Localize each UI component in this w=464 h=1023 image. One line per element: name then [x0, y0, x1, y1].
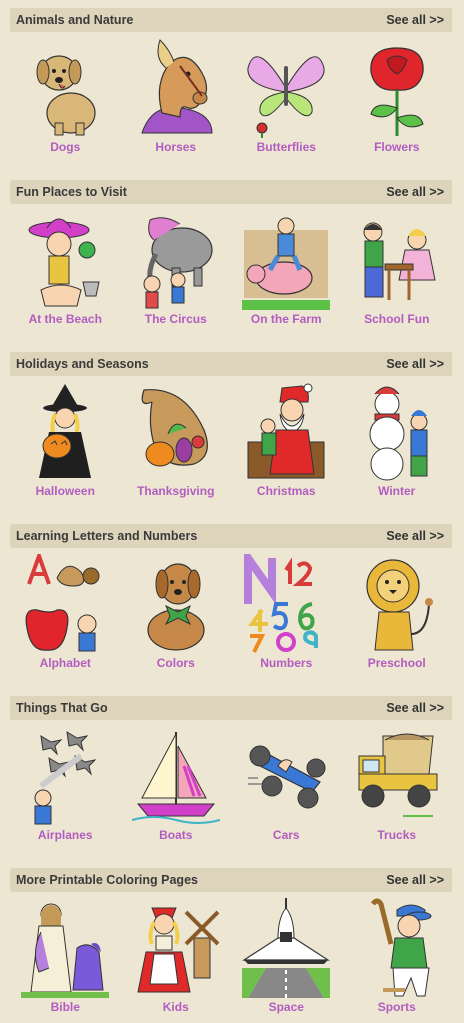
category-trucks[interactable]: Trucks: [345, 726, 449, 842]
category-dogs[interactable]: Dogs: [13, 38, 117, 154]
see-all-link[interactable]: See all >>: [386, 873, 444, 887]
dog-icon[interactable]: [21, 38, 109, 138]
sailboat-icon[interactable]: [131, 726, 220, 826]
category-label[interactable]: Preschool: [368, 656, 426, 670]
section-title: Animals and Nature: [16, 13, 134, 27]
category-airplanes[interactable]: Airplanes: [13, 726, 117, 842]
category-thanksgiving[interactable]: Thanksgiving: [124, 382, 228, 498]
section-header: Animals and Nature See all >>: [10, 8, 452, 32]
see-all-link[interactable]: See all >>: [386, 701, 444, 715]
category-butterflies[interactable]: Butterflies: [234, 38, 338, 154]
kids-windmill-icon[interactable]: [132, 898, 220, 998]
horse-icon[interactable]: [132, 38, 220, 138]
section-header: Learning Letters and Numbers See all >>: [10, 524, 452, 548]
space-shuttle-icon[interactable]: [242, 898, 331, 998]
category-preschool[interactable]: Preschool: [345, 554, 449, 670]
see-all-link[interactable]: See all >>: [386, 185, 444, 199]
race-car-icon[interactable]: [242, 726, 330, 826]
category-kids[interactable]: Kids: [124, 898, 228, 1014]
category-label[interactable]: At the Beach: [29, 312, 102, 326]
category-label[interactable]: Sports: [378, 1000, 416, 1014]
section-fun-places: Fun Places to Visit See all >> At the Be…: [10, 180, 452, 326]
category-flowers[interactable]: Flowers: [345, 38, 449, 154]
category-halloween[interactable]: Halloween: [13, 382, 117, 498]
category-label[interactable]: Alphabet: [40, 656, 91, 670]
section-header: More Printable Coloring Pages See all >>: [10, 868, 452, 892]
section-header: Holidays and Seasons See all >>: [10, 352, 452, 376]
section-animals-and-nature: Animals and Nature See all >> Dogs Horse…: [10, 8, 452, 154]
category-label[interactable]: Kids: [163, 1000, 189, 1014]
category-label[interactable]: Boats: [159, 828, 192, 842]
category-at-the-beach[interactable]: At the Beach: [13, 210, 117, 326]
category-label[interactable]: Colors: [157, 656, 195, 670]
section-title: More Printable Coloring Pages: [16, 873, 198, 887]
category-label[interactable]: Winter: [378, 484, 415, 498]
category-alphabet[interactable]: Alphabet: [13, 554, 117, 670]
category-horses[interactable]: Horses: [124, 38, 228, 154]
category-numbers[interactable]: Numbers: [234, 554, 338, 670]
rose-icon[interactable]: [353, 38, 441, 138]
category-label[interactable]: Horses: [155, 140, 196, 154]
category-label[interactable]: Flowers: [374, 140, 419, 154]
section-title: Holidays and Seasons: [16, 357, 149, 371]
category-label[interactable]: Christmas: [257, 484, 316, 498]
snowman-icon[interactable]: [353, 382, 441, 482]
category-school-fun[interactable]: School Fun: [345, 210, 449, 326]
section-header: Fun Places to Visit See all >>: [10, 180, 452, 204]
category-label[interactable]: Butterflies: [257, 140, 316, 154]
category-label[interactable]: School Fun: [364, 312, 429, 326]
school-kids-icon[interactable]: [353, 210, 441, 310]
beach-girl-icon[interactable]: [21, 210, 109, 310]
see-all-link[interactable]: See all >>: [386, 13, 444, 27]
section-holidays-and-seasons: Holidays and Seasons See all >> Hallowee…: [10, 352, 452, 498]
category-label[interactable]: Trucks: [377, 828, 416, 842]
category-boats[interactable]: Boats: [124, 726, 228, 842]
see-all-link[interactable]: See all >>: [386, 357, 444, 371]
category-cars[interactable]: Cars: [234, 726, 338, 842]
category-winter[interactable]: Winter: [345, 382, 449, 498]
category-bible[interactable]: Bible: [13, 898, 117, 1014]
category-label[interactable]: Cars: [273, 828, 300, 842]
category-sports[interactable]: Sports: [345, 898, 449, 1014]
category-label[interactable]: Thanksgiving: [137, 484, 214, 498]
category-on-the-farm[interactable]: On the Farm: [234, 210, 338, 326]
category-space[interactable]: Space: [234, 898, 338, 1014]
category-christmas[interactable]: Christmas: [234, 382, 338, 498]
santa-icon[interactable]: [242, 382, 330, 482]
section-more-printable-pages: More Printable Coloring Pages See all >>…: [10, 868, 452, 1014]
category-label[interactable]: Space: [269, 1000, 304, 1014]
category-label[interactable]: Halloween: [36, 484, 95, 498]
dump-truck-icon[interactable]: [353, 726, 441, 826]
category-label[interactable]: The Circus: [145, 312, 207, 326]
category-label[interactable]: Numbers: [260, 656, 312, 670]
alphabet-apple-icon[interactable]: [21, 554, 109, 654]
category-the-circus[interactable]: The Circus: [124, 210, 228, 326]
lion-icon[interactable]: [353, 554, 441, 654]
butterfly-icon[interactable]: [242, 38, 330, 138]
witch-pumpkin-icon[interactable]: [21, 382, 109, 482]
numbers-icon[interactable]: [242, 554, 330, 654]
section-title: Fun Places to Visit: [16, 185, 127, 199]
category-label[interactable]: Airplanes: [38, 828, 93, 842]
category-label[interactable]: Bible: [51, 1000, 80, 1014]
section-things-that-go: Things That Go See all >> Airplanes Boat…: [10, 696, 452, 842]
section-title: Things That Go: [16, 701, 108, 715]
colors-dog-icon[interactable]: [132, 554, 220, 654]
section-title: Learning Letters and Numbers: [16, 529, 198, 543]
see-all-link[interactable]: See all >>: [386, 529, 444, 543]
cornucopia-icon[interactable]: [132, 382, 220, 482]
circus-elephant-icon[interactable]: [132, 210, 220, 310]
baseball-player-icon[interactable]: [353, 898, 441, 998]
section-header: Things That Go See all >>: [10, 696, 452, 720]
category-label[interactable]: On the Farm: [251, 312, 322, 326]
category-colors[interactable]: Colors: [124, 554, 228, 670]
bible-figures-icon[interactable]: [21, 898, 110, 998]
farm-pig-icon[interactable]: [242, 210, 331, 310]
section-learning-letters-numbers: Learning Letters and Numbers See all >> …: [10, 524, 452, 670]
category-label[interactable]: Dogs: [50, 140, 80, 154]
airplanes-icon[interactable]: [21, 726, 109, 826]
